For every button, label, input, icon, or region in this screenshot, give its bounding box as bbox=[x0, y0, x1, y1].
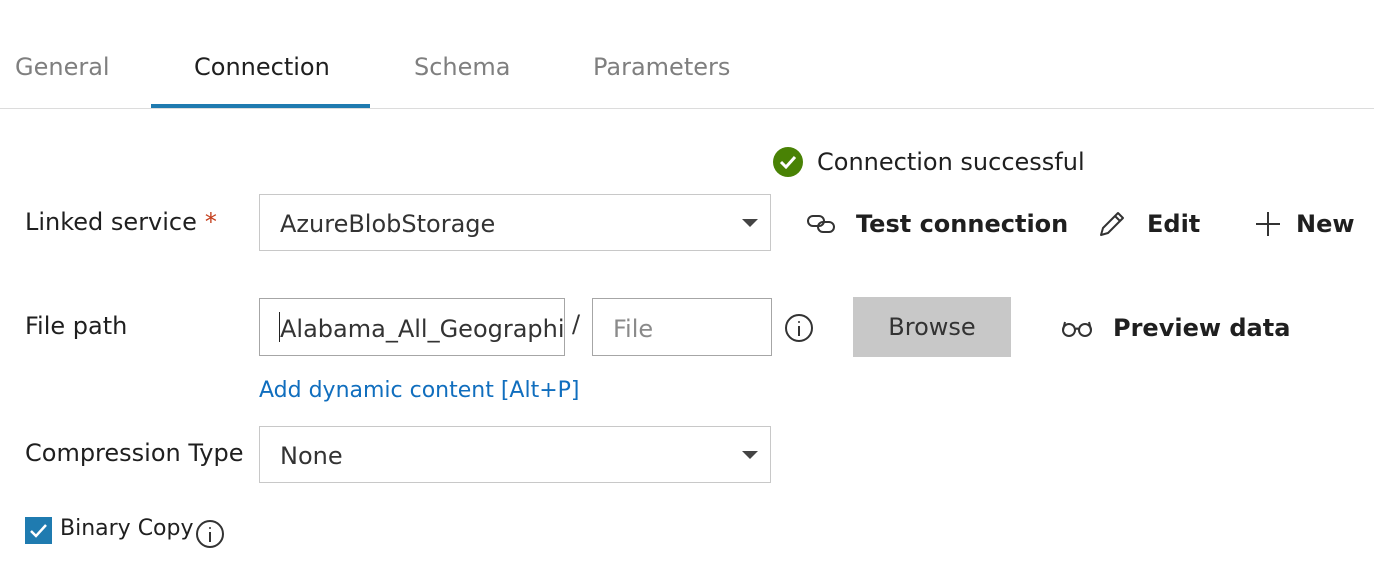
info-icon[interactable] bbox=[785, 314, 813, 342]
binary-copy-checkbox[interactable] bbox=[25, 517, 52, 544]
info-icon[interactable] bbox=[196, 520, 224, 548]
file-name-input[interactable]: File bbox=[592, 298, 772, 356]
compression-type-select[interactable]: None bbox=[259, 426, 771, 483]
file-name-placeholder: File bbox=[613, 315, 654, 343]
folder-path-input[interactable]: Alabama_All_Geographi bbox=[259, 298, 565, 356]
edit-label: Edit bbox=[1147, 210, 1201, 238]
browse-button[interactable]: Browse bbox=[853, 297, 1011, 357]
preview-data-label: Preview data bbox=[1113, 314, 1291, 342]
chevron-down-icon bbox=[742, 451, 758, 459]
required-asterisk: * bbox=[204, 208, 217, 236]
tab-parameters[interactable]: Parameters bbox=[593, 50, 730, 84]
path-separator: / bbox=[572, 310, 581, 338]
check-circle-icon bbox=[773, 147, 803, 177]
connection-status: Connection successful bbox=[773, 145, 1085, 179]
add-dynamic-content-link[interactable]: Add dynamic content [Alt+P] bbox=[259, 378, 580, 403]
linked-service-label-text: Linked service bbox=[25, 208, 197, 236]
linked-service-select[interactable]: AzureBlobStorage bbox=[259, 194, 771, 251]
tab-general[interactable]: General bbox=[15, 50, 110, 84]
compression-type-value: None bbox=[280, 442, 343, 470]
test-connection-label: Test connection bbox=[856, 210, 1069, 238]
tab-bar: General Connection Schema Parameters bbox=[0, 0, 1374, 109]
pencil-icon bbox=[1100, 212, 1124, 236]
tab-divider bbox=[0, 108, 1374, 109]
file-path-label: File path bbox=[25, 312, 128, 340]
folder-path-value: Alabama_All_Geographi bbox=[280, 315, 565, 343]
edit-button[interactable]: Edit bbox=[1097, 200, 1200, 248]
test-connection-button[interactable]: Test connection bbox=[806, 200, 1068, 248]
plus-icon bbox=[1256, 212, 1280, 236]
linked-service-label: Linked service * bbox=[25, 208, 217, 236]
connection-status-text: Connection successful bbox=[817, 148, 1085, 176]
tab-schema[interactable]: Schema bbox=[414, 50, 511, 84]
checkmark-icon bbox=[30, 524, 47, 538]
binary-copy-label: Binary Copy bbox=[60, 516, 194, 541]
tab-connection[interactable]: Connection bbox=[194, 50, 330, 84]
new-label: New bbox=[1296, 210, 1355, 238]
compression-type-label: Compression Type bbox=[25, 439, 244, 467]
chevron-down-icon bbox=[742, 219, 758, 227]
linked-service-value: AzureBlobStorage bbox=[280, 210, 496, 238]
glasses-icon bbox=[1062, 321, 1092, 337]
new-button[interactable]: New bbox=[1254, 200, 1355, 248]
link-icon bbox=[807, 215, 835, 233]
preview-data-button[interactable]: Preview data bbox=[1061, 304, 1290, 352]
